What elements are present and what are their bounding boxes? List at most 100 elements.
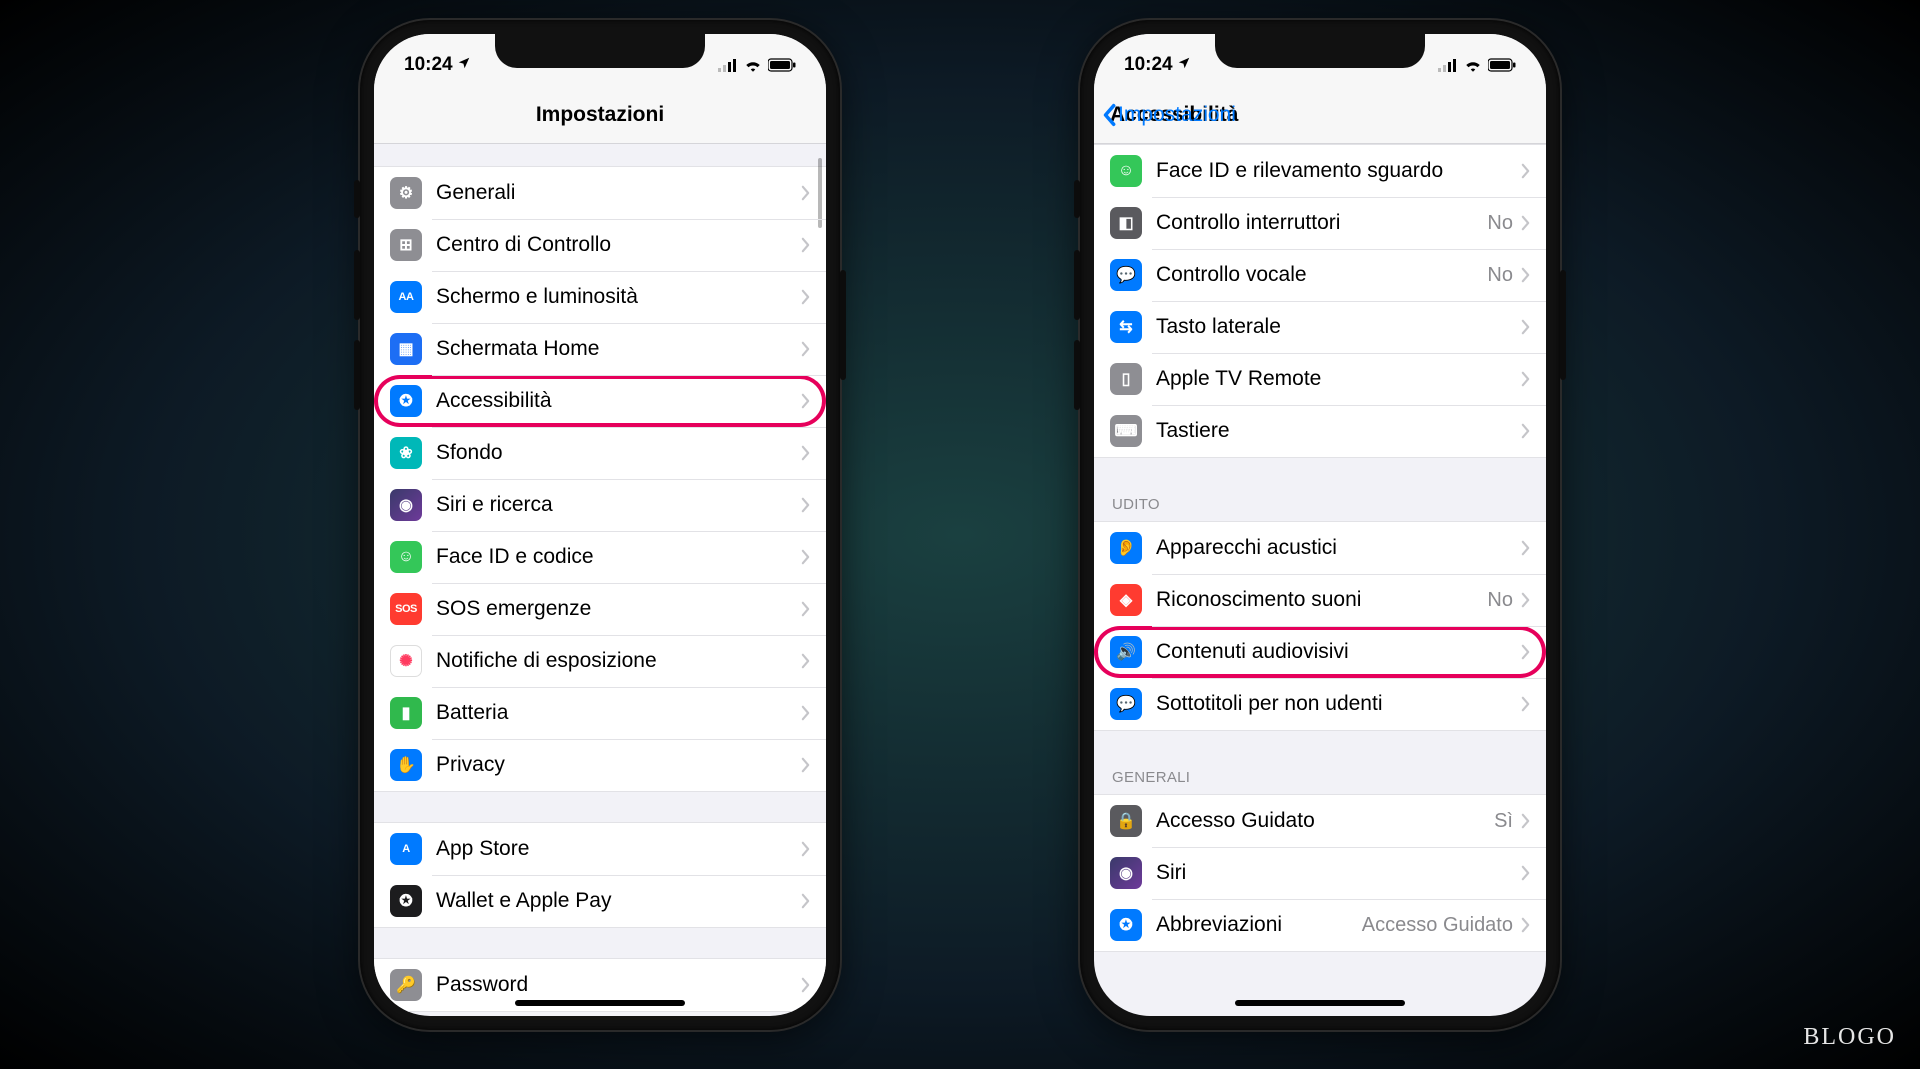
row-label: Face ID e rilevamento sguardo bbox=[1156, 159, 1521, 183]
volume-up-button bbox=[354, 250, 360, 320]
chevron-right-icon bbox=[1521, 917, 1530, 933]
row-value: No bbox=[1487, 264, 1513, 287]
phone-left: 10:24 Impos bbox=[360, 20, 840, 1030]
row-faceid[interactable]: ☺Face ID e codice bbox=[374, 531, 826, 583]
volume-up-button bbox=[1074, 250, 1080, 320]
row-label: Centro di Controllo bbox=[436, 233, 801, 257]
row-label: Accessibilità bbox=[436, 389, 801, 413]
row-privacy[interactable]: ✋ Privacy bbox=[374, 739, 826, 791]
chevron-right-icon bbox=[801, 393, 810, 409]
chevron-right-icon bbox=[801, 237, 810, 253]
row-siri[interactable]: ◉Siri bbox=[1094, 847, 1546, 899]
row-batteria[interactable]: ▮Batteria bbox=[374, 687, 826, 739]
row-centro-controllo-icon: ⊞ bbox=[390, 229, 422, 261]
row-riconoscimento-suoni-icon: ◈ bbox=[1110, 584, 1142, 616]
mute-switch bbox=[1074, 180, 1080, 218]
settings-group: UDITO👂Apparecchi acustici◈Riconoscimento… bbox=[1094, 488, 1546, 731]
row-label: Notifiche di esposizione bbox=[436, 649, 801, 673]
row-siri-icon: ◉ bbox=[1110, 857, 1142, 889]
notch bbox=[1215, 34, 1425, 68]
row-tasto-laterale[interactable]: ⇆Tasto laterale bbox=[1094, 301, 1546, 353]
home-indicator[interactable] bbox=[1235, 1000, 1405, 1006]
row-label: Schermo e luminosità bbox=[436, 285, 801, 309]
row-label: Privacy bbox=[436, 753, 801, 777]
row-label: Controllo vocale bbox=[1156, 263, 1487, 287]
row-controllo-interruttori-icon: ◧ bbox=[1110, 207, 1142, 239]
row-faceid-sguardo[interactable]: ☺ Face ID e rilevamento sguardo bbox=[1094, 145, 1546, 197]
row-appstore[interactable]: AApp Store bbox=[374, 823, 826, 875]
row-apple-tv-remote[interactable]: ▯Apple TV Remote bbox=[1094, 353, 1546, 405]
row-wallet-icon: ✪ bbox=[390, 885, 422, 917]
row-wallet[interactable]: ✪Wallet e Apple Pay bbox=[374, 875, 826, 927]
status-time: 10:24 bbox=[1124, 54, 1173, 76]
row-siri-ricerca[interactable]: ◉Siri e ricerca bbox=[374, 479, 826, 531]
row-generali[interactable]: ⚙Generali bbox=[374, 167, 826, 219]
row-accessibilita[interactable]: ✪Accessibilità bbox=[374, 375, 826, 427]
chevron-right-icon bbox=[1521, 215, 1530, 231]
row-label: Siri e ricerca bbox=[436, 493, 801, 517]
home-indicator[interactable] bbox=[515, 1000, 685, 1006]
mute-switch bbox=[354, 180, 360, 218]
row-notifiche-esposizione[interactable]: ✺Notifiche di esposizione bbox=[374, 635, 826, 687]
row-abbreviazioni[interactable]: ✪AbbreviazioniAccesso Guidato bbox=[1094, 899, 1546, 951]
row-schermata-home-icon: ▦ bbox=[390, 333, 422, 365]
row-label: Face ID e codice bbox=[436, 545, 801, 569]
row-contenuti-audiovisivi[interactable]: 🔊Contenuti audiovisivi bbox=[1094, 626, 1546, 678]
watermark: BLOGO bbox=[1803, 1024, 1896, 1051]
row-sos-icon: SOS bbox=[390, 593, 422, 625]
row-sos[interactable]: SOSSOS emergenze bbox=[374, 583, 826, 635]
cellular-icon bbox=[1438, 58, 1458, 72]
row-tastiere[interactable]: ⌨Tastiere bbox=[1094, 405, 1546, 457]
row-apple-tv-remote-icon: ▯ bbox=[1110, 363, 1142, 395]
row-label: Apparecchi acustici bbox=[1156, 536, 1521, 560]
chevron-right-icon bbox=[1521, 371, 1530, 387]
chevron-right-icon bbox=[801, 445, 810, 461]
battery-icon bbox=[1488, 58, 1516, 72]
settings-group: AApp Store✪Wallet e Apple Pay bbox=[374, 822, 826, 928]
row-apparecchi-acustici[interactable]: 👂Apparecchi acustici bbox=[1094, 522, 1546, 574]
settings-list[interactable]: ⚙Generali ⊞ Centro di Controllo AA Schermo e… bbox=[374, 144, 826, 1016]
row-controllo-vocale[interactable]: 💬 Controllo vocaleNo bbox=[1094, 249, 1546, 301]
row-sfondo[interactable]: ❀Sfondo bbox=[374, 427, 826, 479]
chevron-right-icon bbox=[801, 841, 810, 857]
row-batteria-icon: ▮ bbox=[390, 697, 422, 729]
row-contenuti-audiovisivi-icon: 🔊 bbox=[1110, 636, 1142, 668]
row-accesso-guidato[interactable]: 🔒Accesso GuidatoSì bbox=[1094, 795, 1546, 847]
wifi-icon bbox=[744, 58, 762, 72]
volume-down-button bbox=[1074, 340, 1080, 410]
accessibility-list[interactable]: ☺ Face ID e rilevamento sguardo ◧ Controllo… bbox=[1094, 144, 1546, 1016]
chevron-right-icon bbox=[1521, 540, 1530, 556]
chevron-right-icon bbox=[801, 705, 810, 721]
status-time: 10:24 bbox=[404, 54, 453, 76]
wifi-icon bbox=[1464, 58, 1482, 72]
row-controllo-interruttori[interactable]: ◧Controllo interruttoriNo bbox=[1094, 197, 1546, 249]
row-value: No bbox=[1487, 589, 1513, 612]
cellular-icon bbox=[718, 58, 738, 72]
row-schermata-home[interactable]: ▦Schermata Home bbox=[374, 323, 826, 375]
group-header: UDITO bbox=[1094, 488, 1546, 521]
group-header: GENERALI bbox=[1094, 761, 1546, 794]
row-sottotitoli[interactable]: 💬Sottotitoli per non udenti bbox=[1094, 678, 1546, 730]
chevron-right-icon bbox=[1521, 696, 1530, 712]
row-appstore-icon: A bbox=[390, 833, 422, 865]
row-label: Generali bbox=[436, 181, 801, 205]
row-schermo[interactable]: AA Schermo e luminosità bbox=[374, 271, 826, 323]
row-label: Controllo interruttori bbox=[1156, 211, 1487, 235]
row-schermo-icon: AA bbox=[390, 281, 422, 313]
chevron-right-icon bbox=[1521, 865, 1530, 881]
chevron-right-icon bbox=[1521, 267, 1530, 283]
navbar: Impostazioni bbox=[374, 86, 826, 144]
chevron-right-icon bbox=[1521, 423, 1530, 439]
chevron-right-icon bbox=[801, 549, 810, 565]
chevron-right-icon bbox=[1521, 813, 1530, 829]
row-abbreviazioni-icon: ✪ bbox=[1110, 909, 1142, 941]
row-centro-controllo[interactable]: ⊞ Centro di Controllo bbox=[374, 219, 826, 271]
row-privacy-icon: ✋ bbox=[390, 749, 422, 781]
row-sottotitoli-icon: 💬 bbox=[1110, 688, 1142, 720]
back-button[interactable]: Impostazioni bbox=[1102, 103, 1236, 127]
row-faceid-sguardo-icon: ☺ bbox=[1110, 155, 1142, 187]
row-riconoscimento-suoni[interactable]: ◈Riconoscimento suoniNo bbox=[1094, 574, 1546, 626]
settings-group: ☺ Face ID e rilevamento sguardo ◧ Controllo… bbox=[1094, 144, 1546, 458]
row-controllo-vocale-icon: 💬 bbox=[1110, 259, 1142, 291]
chevron-right-icon bbox=[1521, 319, 1530, 335]
